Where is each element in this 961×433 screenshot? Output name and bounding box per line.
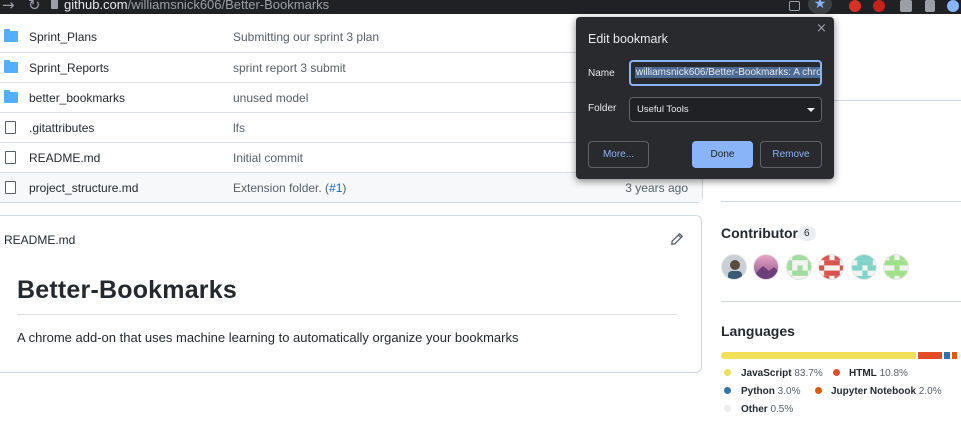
file-icon xyxy=(5,181,16,194)
file-icon xyxy=(5,151,16,164)
language-percent: 10.8% xyxy=(879,368,908,379)
language-name: Jupyter Notebook xyxy=(831,386,917,397)
url-host: github.com xyxy=(64,0,128,12)
language-name: HTML xyxy=(849,368,877,379)
language-dot xyxy=(724,387,731,394)
identicon-red-icon xyxy=(819,255,843,279)
language-bar-segment-html[interactable] xyxy=(918,352,942,359)
language-item-html[interactable]: HTML 10.8% xyxy=(833,368,908,379)
address-bar[interactable]: github.com/williamsnick606/Better-Bookma… xyxy=(64,0,329,12)
language-item-javascript[interactable]: JavaScript 83.7% xyxy=(724,368,823,379)
commit-message-end: ) xyxy=(342,181,347,195)
file-name[interactable]: .gitattributes xyxy=(29,121,94,135)
commit-message[interactable]: lfs xyxy=(233,121,245,135)
chevron-down-icon xyxy=(807,108,815,112)
readme-title: Better-Bookmarks xyxy=(17,276,237,304)
adblock-icon[interactable] xyxy=(873,0,885,12)
divider xyxy=(721,201,961,202)
forward-arrow-icon[interactable]: → xyxy=(2,0,15,14)
language-item-other[interactable]: Other 0.5% xyxy=(724,404,793,415)
language-name: Other xyxy=(741,404,768,415)
avatar[interactable] xyxy=(818,254,844,280)
close-icon[interactable]: × xyxy=(816,21,827,36)
language-item-jupyter[interactable]: Jupyter Notebook 2.0% xyxy=(815,386,942,397)
contributors-count-badge: 6 xyxy=(798,226,816,241)
commit-age: 3 years ago xyxy=(625,181,688,195)
done-button[interactable]: Done xyxy=(692,141,753,168)
folder-select[interactable]: Useful Tools xyxy=(629,97,822,122)
url-path: /williamsnick606/Better-Bookmarks xyxy=(127,0,330,12)
profile-avatar-icon[interactable] xyxy=(947,0,959,12)
file-icon xyxy=(5,121,16,134)
languages-title: Languages xyxy=(721,323,795,339)
identicon-lightgreen-icon xyxy=(884,255,908,279)
language-dot xyxy=(815,387,822,394)
avatar[interactable] xyxy=(883,254,909,280)
commit-message-text: Extension folder. ( xyxy=(233,181,330,195)
commit-message[interactable]: Submitting our sprint 3 plan xyxy=(233,30,379,44)
identicon-teal-icon xyxy=(852,255,876,279)
pencil-icon[interactable] xyxy=(670,232,684,246)
avatar-landscape-icon xyxy=(754,266,778,279)
avatar[interactable] xyxy=(753,254,779,280)
avatar[interactable] xyxy=(786,254,812,280)
language-name: JavaScript xyxy=(741,368,792,379)
language-dot xyxy=(724,369,731,376)
language-name: Python xyxy=(741,386,775,397)
divider xyxy=(17,314,677,315)
commit-message[interactable]: Initial commit xyxy=(233,151,303,165)
file-name[interactable]: Sprint_Reports xyxy=(29,61,109,75)
readme-description: A chrome add-on that uses machine learni… xyxy=(17,330,519,345)
language-dot xyxy=(724,405,731,412)
language-bar-segment-javascript[interactable] xyxy=(721,352,916,359)
readme-header: README.md xyxy=(4,233,76,247)
folder-icon xyxy=(4,29,18,42)
commit-message[interactable]: unused model xyxy=(233,91,308,105)
language-bar xyxy=(721,352,961,359)
name-input-value: williamsnick606/Better-Bookmarks: A chro xyxy=(635,67,822,78)
commit-message[interactable]: Extension folder. (#1) xyxy=(233,181,346,195)
extension-shield-icon[interactable] xyxy=(849,0,861,12)
language-percent: 3.0% xyxy=(777,386,801,397)
lock-icon[interactable] xyxy=(51,0,58,9)
extensions-puzzle-icon[interactable] xyxy=(900,0,912,12)
commit-message[interactable]: sprint report 3 submit xyxy=(233,61,346,75)
folder-icon xyxy=(4,60,18,73)
language-dot xyxy=(833,369,840,376)
reload-icon[interactable]: ↻ xyxy=(28,0,41,14)
contributors-title[interactable]: Contributors xyxy=(721,225,806,241)
avatar[interactable] xyxy=(721,254,747,280)
language-bar-segment-python[interactable] xyxy=(944,352,950,359)
file-name[interactable]: better_bookmarks xyxy=(29,91,125,105)
folder-icon xyxy=(4,90,18,103)
bookmark-star-icon[interactable]: ★ xyxy=(808,0,832,14)
file-name[interactable]: README.md xyxy=(29,151,100,165)
folder-label: Folder xyxy=(588,103,617,114)
name-label: Name xyxy=(588,68,615,79)
language-percent: 83.7% xyxy=(794,368,823,379)
pull-request-link[interactable]: #1 xyxy=(329,181,342,195)
readme-box: README.md Better-Bookmarks A chrome add-… xyxy=(0,215,702,373)
more-button[interactable]: More... xyxy=(588,141,649,168)
file-name[interactable]: Sprint_Plans xyxy=(29,30,97,44)
edit-bookmark-dialog: Edit bookmark × Name williamsnick606/Bet… xyxy=(576,17,834,179)
reading-list-icon[interactable] xyxy=(925,0,935,12)
folder-select-value: Useful Tools xyxy=(637,104,689,115)
bookmark-name-input[interactable]: williamsnick606/Better-Bookmarks: A chro xyxy=(629,60,822,86)
remove-button[interactable]: Remove xyxy=(760,141,822,168)
share-icon[interactable] xyxy=(789,1,800,11)
language-percent: 2.0% xyxy=(918,386,942,397)
language-percent: 0.5% xyxy=(770,404,794,415)
language-bar-segment-jupyter[interactable] xyxy=(952,352,957,359)
avatar-photo-icon xyxy=(728,260,742,279)
identicon-green-icon xyxy=(787,255,811,279)
file-name[interactable]: project_structure.md xyxy=(29,181,138,195)
divider xyxy=(721,301,961,302)
avatar[interactable] xyxy=(851,254,877,280)
language-item-python[interactable]: Python 3.0% xyxy=(724,386,800,397)
dialog-title: Edit bookmark xyxy=(588,32,668,46)
browser-toolbar: → ↻ github.com/williamsnick606/Better-Bo… xyxy=(0,0,961,14)
